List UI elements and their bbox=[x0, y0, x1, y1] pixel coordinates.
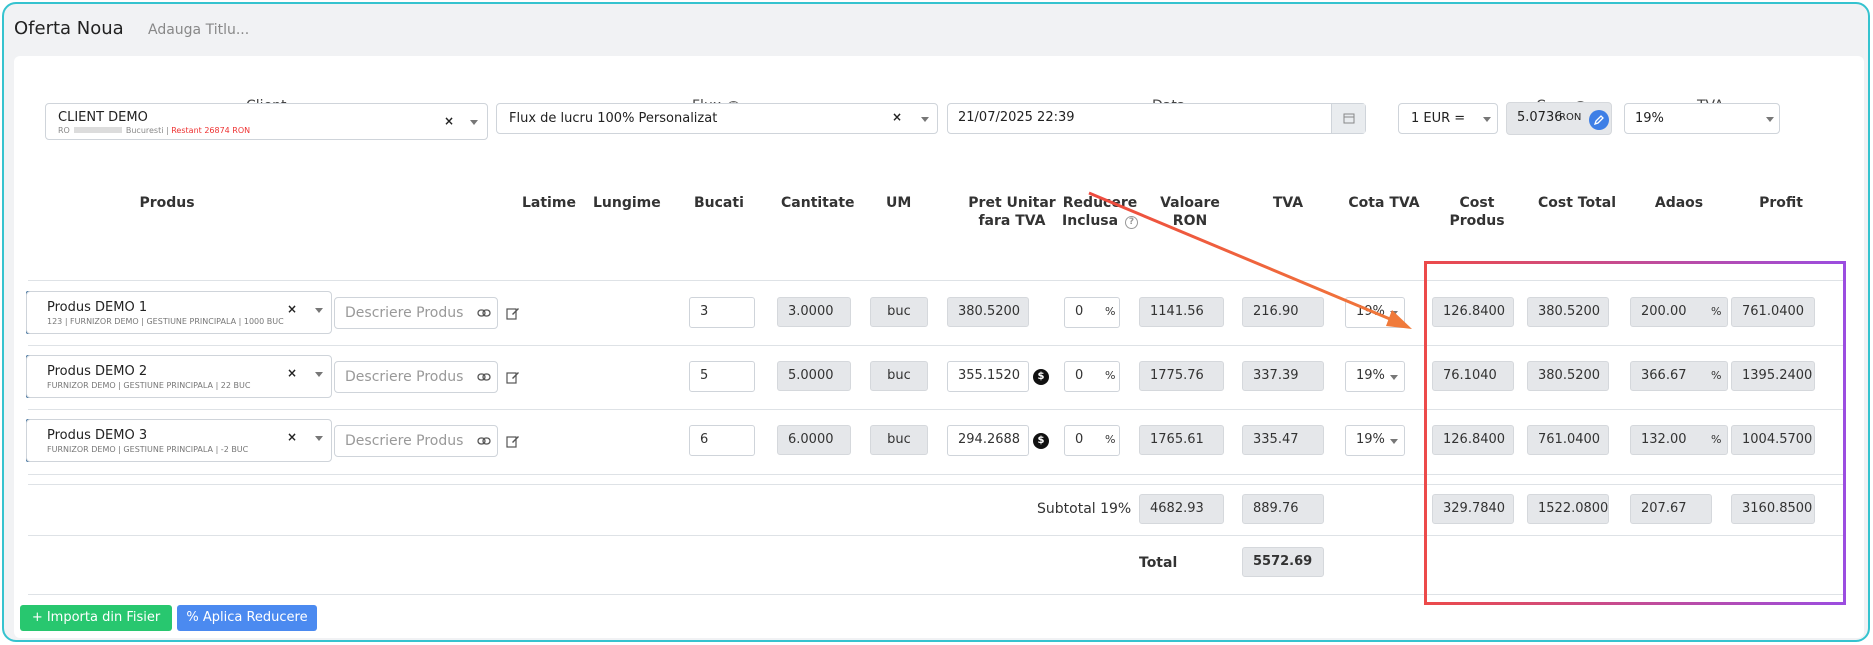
annotation-arrow bbox=[1088, 191, 1412, 329]
window-frame: Oferta Noua Adauga Titlu... Client Flux?… bbox=[2, 2, 1870, 642]
